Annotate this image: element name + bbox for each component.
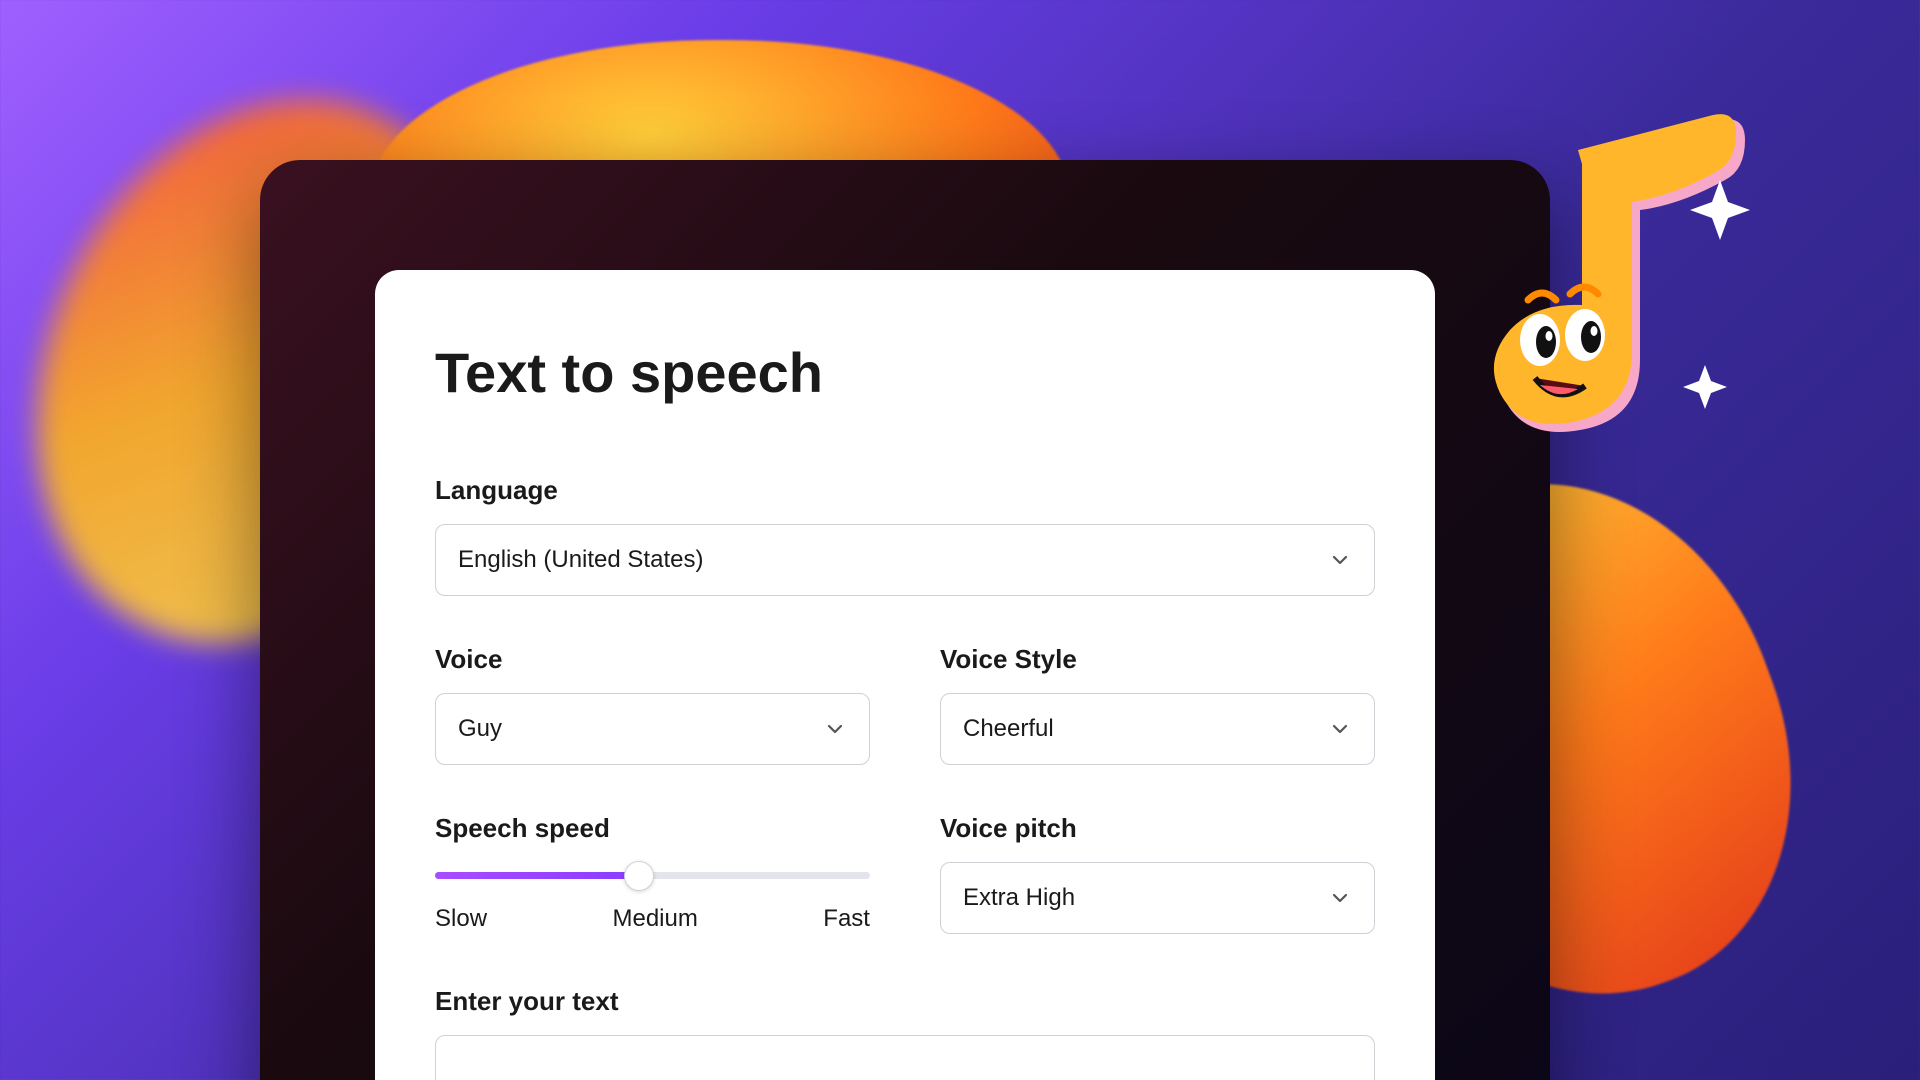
pitch-select[interactable]: Extra High	[940, 862, 1375, 934]
tts-panel: Text to speech Language English (United …	[375, 270, 1435, 1080]
voice-select[interactable]: Guy	[435, 693, 870, 765]
language-value: English (United States)	[458, 546, 703, 574]
chevron-down-icon	[823, 717, 847, 741]
chevron-down-icon	[1328, 717, 1352, 741]
slider-thumb[interactable]	[624, 861, 654, 891]
language-select[interactable]: English (United States)	[435, 524, 1375, 596]
chevron-down-icon	[1328, 548, 1352, 572]
speed-label: Speech speed	[435, 813, 870, 844]
voice-style-label: Voice Style	[940, 644, 1375, 675]
speed-mark-medium: Medium	[612, 905, 697, 933]
voice-label: Voice	[435, 644, 870, 675]
voice-style-value: Cheerful	[963, 715, 1054, 743]
speed-mark-slow: Slow	[435, 905, 487, 933]
speed-mark-fast: Fast	[823, 905, 870, 933]
chevron-down-icon	[1328, 886, 1352, 910]
language-label: Language	[435, 475, 1375, 506]
voice-style-select[interactable]: Cheerful	[940, 693, 1375, 765]
page-title: Text to speech	[435, 340, 1375, 405]
pitch-label: Voice pitch	[940, 813, 1375, 844]
speed-marks: Slow Medium Fast	[435, 905, 870, 933]
window-frame: Text to speech Language English (United …	[260, 160, 1550, 1080]
speed-slider[interactable]	[435, 872, 870, 879]
slider-track	[435, 872, 870, 879]
pitch-value: Extra High	[963, 884, 1075, 912]
voice-value: Guy	[458, 715, 502, 743]
text-input[interactable]	[435, 1035, 1375, 1080]
enter-text-label: Enter your text	[435, 986, 1375, 1017]
slider-fill	[435, 872, 639, 879]
